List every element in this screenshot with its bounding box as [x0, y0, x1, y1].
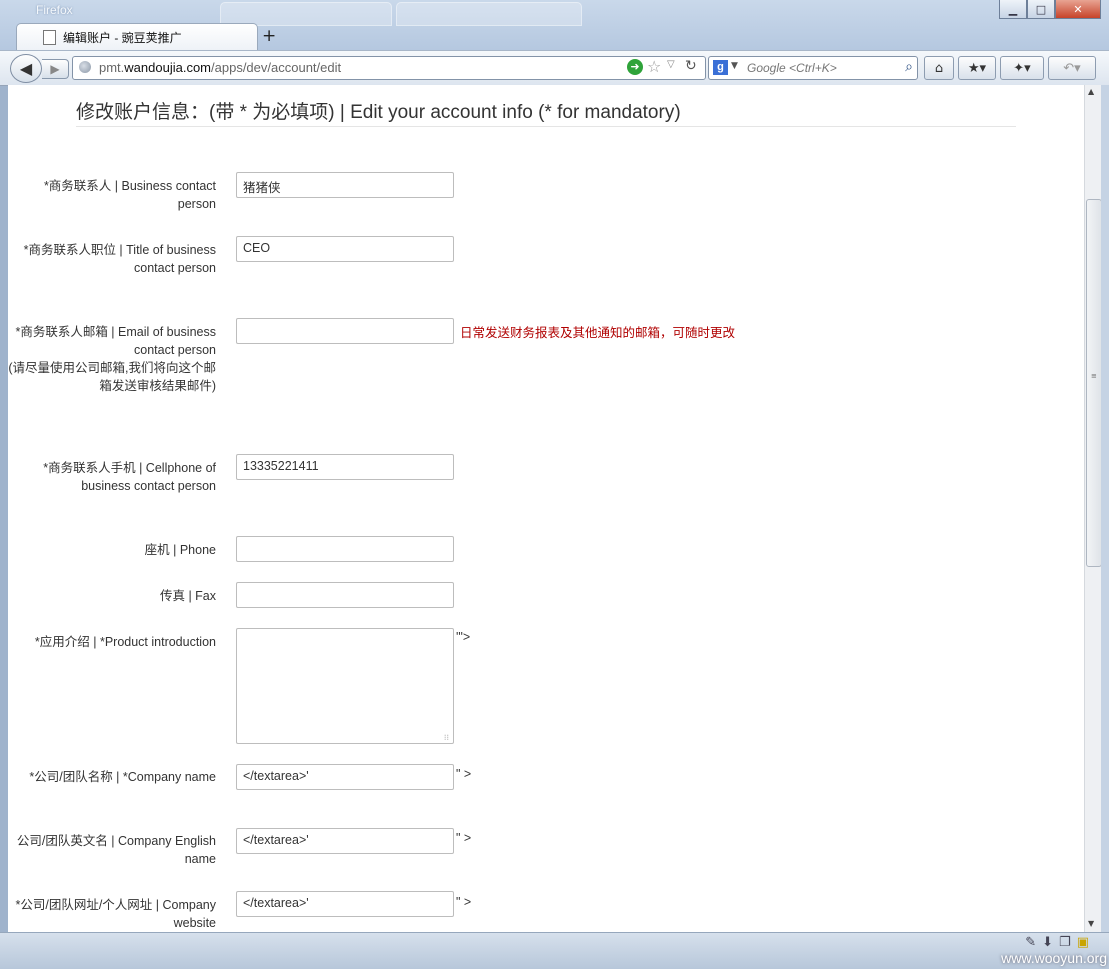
email-hint: 日常发送财务报表及其他通知的邮箱，可随时更改	[460, 326, 736, 340]
reload-icon[interactable]: ↻	[685, 58, 697, 74]
business-contact-input[interactable]: 猪猪侠	[236, 172, 454, 198]
page-icon	[43, 30, 56, 45]
company-english-name-input[interactable]: </textarea>'	[236, 828, 454, 854]
contact-email-label: *商务联系人邮箱 | Email of business contact per…	[8, 323, 216, 395]
contact-email-label-text: *商务联系人邮箱 | Email of business contact per…	[15, 325, 216, 357]
injected-text: '">	[456, 630, 471, 644]
vertical-scrollbar[interactable]: ▲ ≡ ▼	[1084, 85, 1102, 932]
search-icon[interactable]: ⌕	[905, 59, 913, 75]
close-button[interactable]: ✕	[1055, 0, 1101, 19]
title-divider	[76, 126, 1016, 127]
url-path: /apps/dev/account/edit	[211, 60, 342, 75]
home-button[interactable]: ⌂	[924, 56, 954, 80]
window-titlebar: Firefox ▁ □ ✕ 编辑账户 - 豌豆荚推广 +	[0, 0, 1109, 50]
company-name-input[interactable]: </textarea>'	[236, 764, 454, 790]
bookmarks-icon: ★▾	[967, 60, 987, 76]
product-intro-textarea[interactable]: ⁝⁝	[236, 628, 454, 744]
phone-label: 座机 | Phone	[144, 543, 216, 557]
grip-icon: ≡	[1091, 372, 1097, 380]
home-icon: ⌂	[934, 60, 944, 76]
scroll-up-icon[interactable]: ▲	[1088, 87, 1094, 96]
cellphone-input[interactable]: 13335221411	[236, 454, 454, 480]
page-title: 修改账户信息：(带 * 为必填项) | Edit your account in…	[76, 102, 681, 123]
contact-title-label: *商务联系人职位 | Title of business contact per…	[23, 243, 216, 275]
back-button[interactable]: ◀	[10, 54, 42, 83]
fax-label: 传真 | Fax	[159, 589, 216, 603]
url-text: pmt.wandoujia.com/apps/dev/account/edit	[99, 60, 341, 75]
arrow-left-icon: ◀	[19, 59, 33, 78]
url-bar[interactable]: pmt.wandoujia.com/apps/dev/account/edit …	[72, 56, 706, 80]
app-name: Firefox	[36, 3, 73, 17]
bookmark-star-icon[interactable]: ☆	[647, 57, 661, 76]
addon-button[interactable]: ✦▾	[1000, 56, 1044, 80]
addon-icon[interactable]: ✎	[1025, 935, 1036, 950]
google-icon[interactable]: g	[713, 60, 728, 75]
product-intro-label: *应用介绍 | *Product introduction	[34, 635, 216, 649]
phone-input[interactable]	[236, 536, 454, 562]
contact-email-input[interactable]	[236, 318, 454, 344]
window-controls: ▁ □ ✕	[999, 0, 1101, 19]
undo-icon: ↶▾	[1063, 60, 1081, 76]
status-bar: ✎ ⬇ ❐ ▣ www.wooyun.org	[0, 932, 1109, 969]
watermark: www.wooyun.org	[1001, 950, 1107, 966]
globe-icon	[79, 61, 91, 73]
resize-grip-icon[interactable]: ⁝⁝	[444, 734, 449, 742]
contact-title-input[interactable]: CEO	[236, 236, 454, 262]
scrollbar-thumb[interactable]: ≡	[1086, 199, 1102, 567]
injected-text: " >	[456, 831, 472, 845]
injected-text: " >	[456, 767, 472, 781]
company-english-name-label: 公司/团队英文名 | Company English name	[16, 834, 216, 866]
search-bar[interactable]: g ▼ Google <Ctrl+K> ⌕	[708, 56, 918, 80]
injected-text: " >	[456, 895, 472, 909]
undo-close-button[interactable]: ↶▾	[1048, 56, 1096, 80]
badge-icon[interactable]: ▣	[1077, 935, 1089, 950]
tab-edit-account[interactable]: 编辑账户 - 豌豆荚推广	[16, 23, 258, 50]
background-window-tab	[396, 2, 582, 26]
new-tab-button[interactable]: +	[262, 26, 276, 46]
fax-input[interactable]	[236, 582, 454, 608]
arrow-right-icon: ▶	[50, 62, 60, 76]
maximize-button[interactable]: □	[1027, 0, 1055, 19]
search-placeholder: Google <Ctrl+K>	[747, 61, 837, 75]
bookmarks-button[interactable]: ★▾	[958, 56, 996, 80]
bug-icon: ✦▾	[1013, 60, 1031, 76]
contact-email-note: (请尽量使用公司邮箱,我们将向这个邮箱发送审核结果邮件)	[8, 361, 216, 393]
page-viewport: 修改账户信息：(带 * 为必填项) | Edit your account in…	[8, 85, 1084, 932]
minimize-button[interactable]: ▁	[999, 0, 1027, 19]
download-icon[interactable]: ⬇	[1042, 935, 1053, 950]
company-website-label: *公司/团队网址/个人网址 | Company website	[15, 898, 216, 930]
company-website-input[interactable]: </textarea>'	[236, 891, 454, 917]
business-contact-label: *商务联系人 | Business contact person	[43, 179, 216, 211]
go-icon[interactable]: ➜	[627, 59, 643, 75]
company-name-label: *公司/团队名称 | *Company name	[29, 770, 216, 784]
history-dropdown-icon[interactable]: ▽	[667, 59, 675, 70]
url-domain: wandoujia.com	[124, 60, 212, 75]
tab-title: 编辑账户 - 豌豆荚推广	[63, 31, 182, 45]
forward-button[interactable]: ▶	[42, 59, 69, 79]
navigation-toolbar: ◀ ▶ pmt.wandoujia.com/apps/dev/account/e…	[0, 50, 1109, 86]
scroll-down-icon[interactable]: ▼	[1088, 919, 1094, 928]
url-prefix: pmt.	[99, 60, 125, 75]
cellphone-label: *商务联系人手机 | Cellphone of business contact…	[43, 461, 216, 493]
engine-dropdown-icon[interactable]: ▼	[731, 61, 738, 71]
window-frame	[1101, 85, 1109, 932]
window-icon[interactable]: ❐	[1059, 935, 1071, 950]
